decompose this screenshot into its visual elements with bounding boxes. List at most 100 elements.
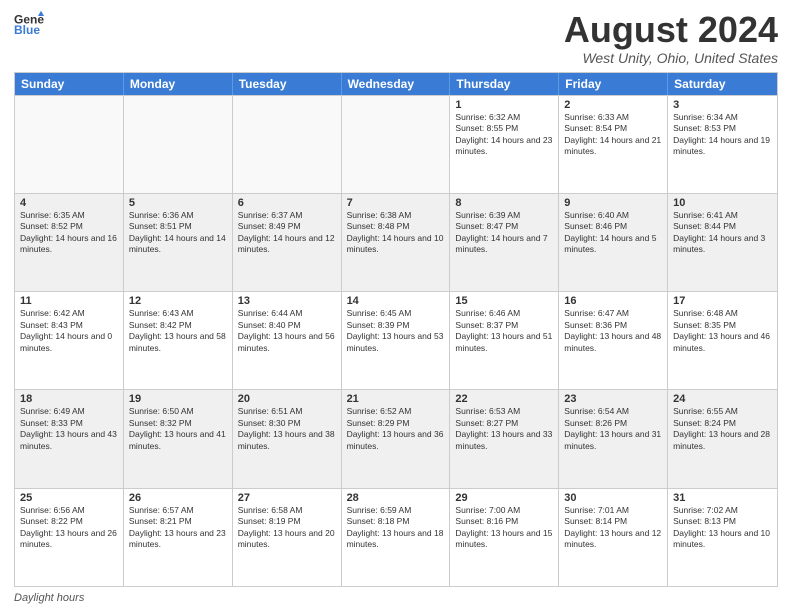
- cell-w2-d1: 4Sunrise: 6:35 AM Sunset: 8:52 PM Daylig…: [15, 194, 124, 291]
- header-thursday: Thursday: [450, 73, 559, 95]
- cell-w4-d5: 22Sunrise: 6:53 AM Sunset: 8:27 PM Dayli…: [450, 390, 559, 487]
- location: West Unity, Ohio, United States: [564, 50, 778, 66]
- day-number: 3: [673, 99, 772, 111]
- cell-detail: Sunrise: 6:33 AM Sunset: 8:54 PM Dayligh…: [564, 112, 662, 158]
- day-number: 5: [129, 197, 227, 209]
- day-number: 30: [564, 492, 662, 504]
- cell-detail: Sunrise: 6:34 AM Sunset: 8:53 PM Dayligh…: [673, 112, 772, 158]
- logo-icon: General Blue: [14, 10, 44, 40]
- cell-w5-d1: 25Sunrise: 6:56 AM Sunset: 8:22 PM Dayli…: [15, 489, 124, 586]
- svg-text:Blue: Blue: [14, 23, 40, 37]
- day-number: 1: [455, 99, 553, 111]
- cell-w1-d5: 1Sunrise: 6:32 AM Sunset: 8:55 PM Daylig…: [450, 96, 559, 193]
- cell-w3-d4: 14Sunrise: 6:45 AM Sunset: 8:39 PM Dayli…: [342, 292, 451, 389]
- footer-label: Daylight hours: [14, 592, 84, 604]
- day-number: 17: [673, 295, 772, 307]
- day-number: 16: [564, 295, 662, 307]
- day-number: 12: [129, 295, 227, 307]
- week-row-5: 25Sunrise: 6:56 AM Sunset: 8:22 PM Dayli…: [15, 488, 777, 586]
- calendar-body: 1Sunrise: 6:32 AM Sunset: 8:55 PM Daylig…: [15, 95, 777, 586]
- day-number: 19: [129, 393, 227, 405]
- cell-w4-d2: 19Sunrise: 6:50 AM Sunset: 8:32 PM Dayli…: [124, 390, 233, 487]
- cell-w4-d1: 18Sunrise: 6:49 AM Sunset: 8:33 PM Dayli…: [15, 390, 124, 487]
- cell-w4-d4: 21Sunrise: 6:52 AM Sunset: 8:29 PM Dayli…: [342, 390, 451, 487]
- cell-detail: Sunrise: 6:51 AM Sunset: 8:30 PM Dayligh…: [238, 406, 336, 452]
- day-number: 18: [20, 393, 118, 405]
- week-row-3: 11Sunrise: 6:42 AM Sunset: 8:43 PM Dayli…: [15, 291, 777, 389]
- cell-w3-d1: 11Sunrise: 6:42 AM Sunset: 8:43 PM Dayli…: [15, 292, 124, 389]
- cell-detail: Sunrise: 6:59 AM Sunset: 8:18 PM Dayligh…: [347, 505, 445, 551]
- day-number: 25: [20, 492, 118, 504]
- cell-w3-d5: 15Sunrise: 6:46 AM Sunset: 8:37 PM Dayli…: [450, 292, 559, 389]
- day-number: 31: [673, 492, 772, 504]
- cell-detail: Sunrise: 7:02 AM Sunset: 8:13 PM Dayligh…: [673, 505, 772, 551]
- day-number: 2: [564, 99, 662, 111]
- cell-detail: Sunrise: 6:37 AM Sunset: 8:49 PM Dayligh…: [238, 210, 336, 256]
- cell-w3-d7: 17Sunrise: 6:48 AM Sunset: 8:35 PM Dayli…: [668, 292, 777, 389]
- cell-w1-d4: [342, 96, 451, 193]
- cell-detail: Sunrise: 6:47 AM Sunset: 8:36 PM Dayligh…: [564, 308, 662, 354]
- cell-w5-d4: 28Sunrise: 6:59 AM Sunset: 8:18 PM Dayli…: [342, 489, 451, 586]
- cell-detail: Sunrise: 6:49 AM Sunset: 8:33 PM Dayligh…: [20, 406, 118, 452]
- cell-detail: Sunrise: 6:39 AM Sunset: 8:47 PM Dayligh…: [455, 210, 553, 256]
- day-number: 13: [238, 295, 336, 307]
- day-number: 6: [238, 197, 336, 209]
- cell-detail: Sunrise: 6:44 AM Sunset: 8:40 PM Dayligh…: [238, 308, 336, 354]
- week-row-4: 18Sunrise: 6:49 AM Sunset: 8:33 PM Dayli…: [15, 389, 777, 487]
- cell-detail: Sunrise: 6:58 AM Sunset: 8:19 PM Dayligh…: [238, 505, 336, 551]
- cell-w1-d1: [15, 96, 124, 193]
- day-number: 23: [564, 393, 662, 405]
- day-number: 26: [129, 492, 227, 504]
- day-number: 8: [455, 197, 553, 209]
- cell-w3-d6: 16Sunrise: 6:47 AM Sunset: 8:36 PM Dayli…: [559, 292, 668, 389]
- cell-w4-d6: 23Sunrise: 6:54 AM Sunset: 8:26 PM Dayli…: [559, 390, 668, 487]
- cell-w5-d7: 31Sunrise: 7:02 AM Sunset: 8:13 PM Dayli…: [668, 489, 777, 586]
- cell-w5-d5: 29Sunrise: 7:00 AM Sunset: 8:16 PM Dayli…: [450, 489, 559, 586]
- cell-detail: Sunrise: 6:56 AM Sunset: 8:22 PM Dayligh…: [20, 505, 118, 551]
- cell-w2-d5: 8Sunrise: 6:39 AM Sunset: 8:47 PM Daylig…: [450, 194, 559, 291]
- cell-detail: Sunrise: 6:40 AM Sunset: 8:46 PM Dayligh…: [564, 210, 662, 256]
- cell-detail: Sunrise: 6:52 AM Sunset: 8:29 PM Dayligh…: [347, 406, 445, 452]
- month-title: August 2024: [564, 10, 778, 50]
- cell-detail: Sunrise: 6:57 AM Sunset: 8:21 PM Dayligh…: [129, 505, 227, 551]
- cell-w1-d2: [124, 96, 233, 193]
- cell-w3-d3: 13Sunrise: 6:44 AM Sunset: 8:40 PM Dayli…: [233, 292, 342, 389]
- cell-w1-d7: 3Sunrise: 6:34 AM Sunset: 8:53 PM Daylig…: [668, 96, 777, 193]
- day-number: 20: [238, 393, 336, 405]
- header-monday: Monday: [124, 73, 233, 95]
- day-number: 14: [347, 295, 445, 307]
- day-number: 24: [673, 393, 772, 405]
- header-tuesday: Tuesday: [233, 73, 342, 95]
- cell-detail: Sunrise: 6:32 AM Sunset: 8:55 PM Dayligh…: [455, 112, 553, 158]
- cell-w2-d4: 7Sunrise: 6:38 AM Sunset: 8:48 PM Daylig…: [342, 194, 451, 291]
- day-number: 9: [564, 197, 662, 209]
- cell-detail: Sunrise: 6:48 AM Sunset: 8:35 PM Dayligh…: [673, 308, 772, 354]
- cell-w1-d6: 2Sunrise: 6:33 AM Sunset: 8:54 PM Daylig…: [559, 96, 668, 193]
- cell-detail: Sunrise: 6:36 AM Sunset: 8:51 PM Dayligh…: [129, 210, 227, 256]
- cell-w5-d6: 30Sunrise: 7:01 AM Sunset: 8:14 PM Dayli…: [559, 489, 668, 586]
- calendar: Sunday Monday Tuesday Wednesday Thursday…: [14, 72, 778, 587]
- cell-detail: Sunrise: 6:41 AM Sunset: 8:44 PM Dayligh…: [673, 210, 772, 256]
- cell-detail: Sunrise: 6:55 AM Sunset: 8:24 PM Dayligh…: [673, 406, 772, 452]
- header-sunday: Sunday: [15, 73, 124, 95]
- day-number: 27: [238, 492, 336, 504]
- cell-detail: Sunrise: 7:01 AM Sunset: 8:14 PM Dayligh…: [564, 505, 662, 551]
- cell-detail: Sunrise: 6:50 AM Sunset: 8:32 PM Dayligh…: [129, 406, 227, 452]
- page: General Blue August 2024 West Unity, Ohi…: [0, 0, 792, 612]
- cell-w2-d2: 5Sunrise: 6:36 AM Sunset: 8:51 PM Daylig…: [124, 194, 233, 291]
- header-saturday: Saturday: [668, 73, 777, 95]
- day-number: 22: [455, 393, 553, 405]
- cell-detail: Sunrise: 6:54 AM Sunset: 8:26 PM Dayligh…: [564, 406, 662, 452]
- cell-detail: Sunrise: 6:35 AM Sunset: 8:52 PM Dayligh…: [20, 210, 118, 256]
- cell-w1-d3: [233, 96, 342, 193]
- cell-detail: Sunrise: 6:46 AM Sunset: 8:37 PM Dayligh…: [455, 308, 553, 354]
- cell-w5-d3: 27Sunrise: 6:58 AM Sunset: 8:19 PM Dayli…: [233, 489, 342, 586]
- day-number: 15: [455, 295, 553, 307]
- header: General Blue August 2024 West Unity, Ohi…: [14, 10, 778, 66]
- logo: General Blue: [14, 10, 44, 40]
- cell-w2-d3: 6Sunrise: 6:37 AM Sunset: 8:49 PM Daylig…: [233, 194, 342, 291]
- day-number: 11: [20, 295, 118, 307]
- cell-detail: Sunrise: 7:00 AM Sunset: 8:16 PM Dayligh…: [455, 505, 553, 551]
- title-section: August 2024 West Unity, Ohio, United Sta…: [564, 10, 778, 66]
- header-wednesday: Wednesday: [342, 73, 451, 95]
